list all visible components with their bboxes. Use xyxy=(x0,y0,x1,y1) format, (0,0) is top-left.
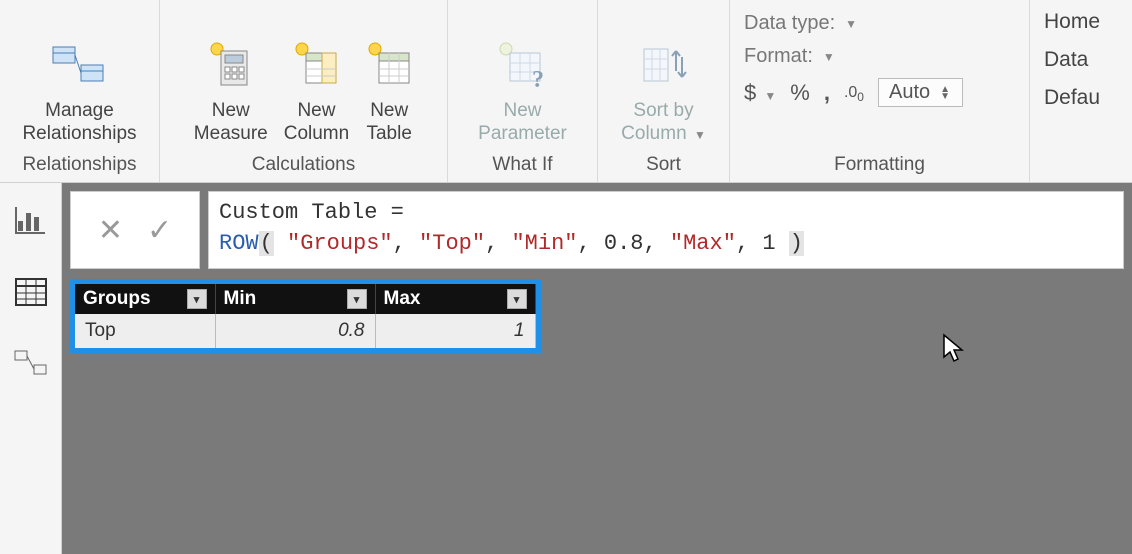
cell-min[interactable]: 0.8 xyxy=(215,314,375,348)
formula-arg: 1 xyxy=(762,231,775,256)
percent-format-button[interactable]: % xyxy=(790,80,810,106)
formula-arg: "Top" xyxy=(419,231,485,256)
close-paren: ) xyxy=(789,231,804,256)
chevron-down-icon: ▼ xyxy=(694,128,706,142)
group-label-relationships: Relationships xyxy=(0,150,159,182)
group-label-whatif: What If xyxy=(448,150,597,182)
ribbon-group-calculations: New Measure New Column xyxy=(160,0,448,182)
group-label-sort: Sort xyxy=(598,150,729,182)
formula-eq: = xyxy=(391,200,404,225)
new-parameter-label: New Parameter xyxy=(478,99,567,147)
data-type-dropdown[interactable]: Data type: ▼ xyxy=(744,12,1015,35)
manage-relationships-label: Manage Relationships xyxy=(22,99,136,147)
open-paren: ( xyxy=(259,231,274,256)
new-table-button[interactable]: New Table xyxy=(357,31,421,151)
model-view-button[interactable] xyxy=(14,349,48,382)
formula-arg: "Max" xyxy=(670,231,736,256)
new-table-label: New Table xyxy=(366,99,411,147)
chevron-down-icon: ▼ xyxy=(764,89,776,103)
filter-button[interactable]: ▾ xyxy=(187,289,207,309)
formula-lhs: Custom Table xyxy=(219,200,377,225)
parameter-icon: ? xyxy=(496,37,548,93)
data-table: Groups▾ Min▾ Max▾ Top 0.8 1 xyxy=(70,279,541,353)
column-header-min[interactable]: Min▾ xyxy=(215,284,375,314)
calculator-icon xyxy=(207,37,255,93)
left-view-rail xyxy=(0,183,62,554)
group-label-calculations: Calculations xyxy=(160,150,447,182)
work-canvas: ✕ ✓ Custom Table = ROW( "Groups", "Top",… xyxy=(62,183,1132,554)
data-type-label: Data type: xyxy=(744,12,835,35)
new-column-icon xyxy=(292,37,340,93)
formula-arg: "Min" xyxy=(511,231,577,256)
new-column-button[interactable]: New Column xyxy=(276,31,357,151)
decimal-format-button[interactable]: .00 xyxy=(844,84,864,104)
formula-arg: "Groups" xyxy=(287,231,393,256)
formula-fn: ROW xyxy=(219,231,259,256)
cell-groups[interactable]: Top xyxy=(75,314,215,348)
format-dropdown[interactable]: Format: ▼ xyxy=(744,45,1015,68)
ribbon-group-whatif: ? New Parameter What If xyxy=(448,0,598,182)
table-header-row: Groups▾ Min▾ Max▾ xyxy=(75,284,535,314)
ribbon-group-relationships: Manage Relationships Relationships xyxy=(0,0,160,182)
cancel-formula-button[interactable]: ✕ xyxy=(98,213,123,248)
new-parameter-button[interactable]: ? New Parameter xyxy=(470,31,575,151)
currency-format-button[interactable]: $ ▼ xyxy=(744,80,776,106)
spinner-icon[interactable]: ▲▼ xyxy=(940,86,950,100)
sort-by-column-label: Sort by Column ▼ xyxy=(621,99,706,147)
decimal-places-value: Auto xyxy=(889,81,930,104)
chevron-down-icon: ▼ xyxy=(845,17,857,31)
report-view-button[interactable] xyxy=(15,207,47,240)
comma-format-button[interactable]: , xyxy=(824,80,830,106)
svg-text:?: ? xyxy=(532,67,544,89)
main-area: ✕ ✓ Custom Table = ROW( "Groups", "Top",… xyxy=(0,183,1132,554)
formula-accept-cancel: ✕ ✓ xyxy=(70,191,200,269)
data-view-button[interactable] xyxy=(15,278,47,311)
table-row[interactable]: Top 0.8 1 xyxy=(75,314,535,348)
formula-bar-row: ✕ ✓ Custom Table = ROW( "Groups", "Top",… xyxy=(62,183,1132,269)
ribbon: Manage Relationships Relationships New M… xyxy=(0,0,1132,183)
sort-icon xyxy=(640,37,688,93)
accept-formula-button[interactable]: ✓ xyxy=(147,213,172,248)
column-header-max[interactable]: Max▾ xyxy=(375,284,535,314)
relationships-icon xyxy=(51,37,107,93)
chevron-down-icon: ▼ xyxy=(823,50,835,64)
ribbon-group-formatting: Data type: ▼ Format: ▼ $ ▼ % , .00 Auto … xyxy=(730,0,1030,182)
ribbon-group-sort: Sort by Column ▼ Sort xyxy=(598,0,730,182)
filter-button[interactable]: ▾ xyxy=(347,289,367,309)
data-link[interactable]: Data xyxy=(1044,48,1132,72)
format-label: Format: xyxy=(744,45,813,68)
formula-bar[interactable]: Custom Table = ROW( "Groups", "Top", "Mi… xyxy=(208,191,1124,269)
cursor-icon xyxy=(942,333,964,370)
manage-relationships-button[interactable]: Manage Relationships xyxy=(14,31,144,151)
new-column-label: New Column xyxy=(284,99,349,147)
cell-max[interactable]: 1 xyxy=(375,314,535,348)
filter-button[interactable]: ▾ xyxy=(507,289,527,309)
new-table-icon xyxy=(365,37,413,93)
new-measure-button[interactable]: New Measure xyxy=(186,31,276,151)
decimal-places-input[interactable]: Auto ▲▼ xyxy=(878,78,963,107)
group-label-formatting: Formatting xyxy=(730,150,1029,182)
default-link[interactable]: Defau xyxy=(1044,86,1132,110)
formula-arg: 0.8 xyxy=(604,231,644,256)
column-header-groups[interactable]: Groups▾ xyxy=(75,284,215,314)
ribbon-right-links: Home Data Defau xyxy=(1030,0,1132,182)
new-measure-label: New Measure xyxy=(194,99,268,147)
sort-by-column-button[interactable]: Sort by Column ▼ xyxy=(613,31,714,151)
home-link[interactable]: Home xyxy=(1044,10,1132,34)
